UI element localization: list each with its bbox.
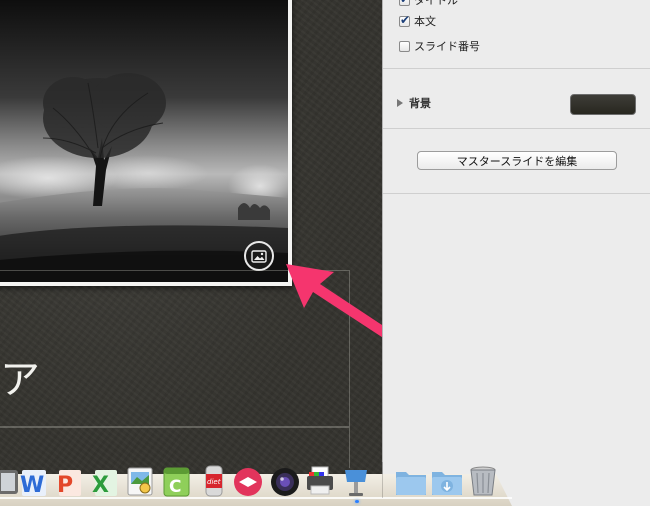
slide-text-placeholder[interactable]: [0, 270, 350, 427]
slide-number-checkbox[interactable]: [399, 40, 410, 52]
edit-master-slide-button[interactable]: マスタースライドを編集: [417, 151, 617, 170]
checkbox-body-row[interactable]: 本文: [399, 12, 436, 30]
body-checkbox[interactable]: [399, 13, 410, 27]
diet-coke-icon[interactable]: diet: [197, 462, 231, 498]
background-disclosure[interactable]: 背景: [397, 94, 431, 112]
keynote-icon[interactable]: [339, 462, 373, 498]
svg-text:diet: diet: [207, 478, 221, 486]
slide-photo[interactable]: [0, 0, 292, 286]
trash-icon[interactable]: [466, 462, 500, 498]
title-checkbox[interactable]: [399, 0, 410, 6]
svg-text:X: X: [92, 473, 109, 498]
checkbox-title-label: タイトル: [414, 0, 458, 7]
image-icon: [251, 249, 267, 263]
checkbox-slide-number-row[interactable]: スライド番号: [399, 37, 480, 55]
word-icon[interactable]: W: [16, 462, 50, 498]
divider: [383, 68, 650, 69]
checkbox-body-label: 本文: [414, 15, 436, 28]
printer-icon[interactable]: [303, 462, 337, 498]
background-color-well[interactable]: [570, 94, 636, 115]
divider: [383, 128, 650, 129]
disclosure-triangle-icon[interactable]: [397, 99, 403, 107]
inspector-panel: タイトル 本文 スライド番号 背景 マスタースライドを編集: [382, 0, 650, 506]
tree-photo-image: [0, 0, 288, 282]
checkbox-slide-number-label: スライド番号: [414, 40, 480, 53]
folder-icon[interactable]: [394, 462, 428, 498]
excel-icon[interactable]: X: [87, 462, 121, 498]
powerpoint-icon[interactable]: P: [51, 462, 85, 498]
svg-text:P: P: [57, 473, 73, 498]
dock-running-indicator: [355, 500, 359, 503]
svg-text:C: C: [169, 477, 181, 497]
checkbox-title-row[interactable]: タイトル: [399, 0, 458, 9]
replace-image-button[interactable]: [244, 241, 274, 271]
svg-text:W: W: [20, 473, 44, 498]
calendar-icon[interactable]: C: [159, 462, 193, 498]
dock-separator: [382, 462, 383, 498]
skitch-icon[interactable]: [231, 462, 265, 498]
background-label: 背景: [409, 97, 431, 110]
slide-canvas[interactable]: ア: [0, 0, 382, 506]
preview-icon[interactable]: [123, 462, 157, 498]
divider: [383, 193, 650, 194]
downloads-icon[interactable]: [430, 462, 464, 498]
slide-title-text[interactable]: ア: [0, 354, 42, 406]
camera-icon[interactable]: [268, 462, 302, 498]
